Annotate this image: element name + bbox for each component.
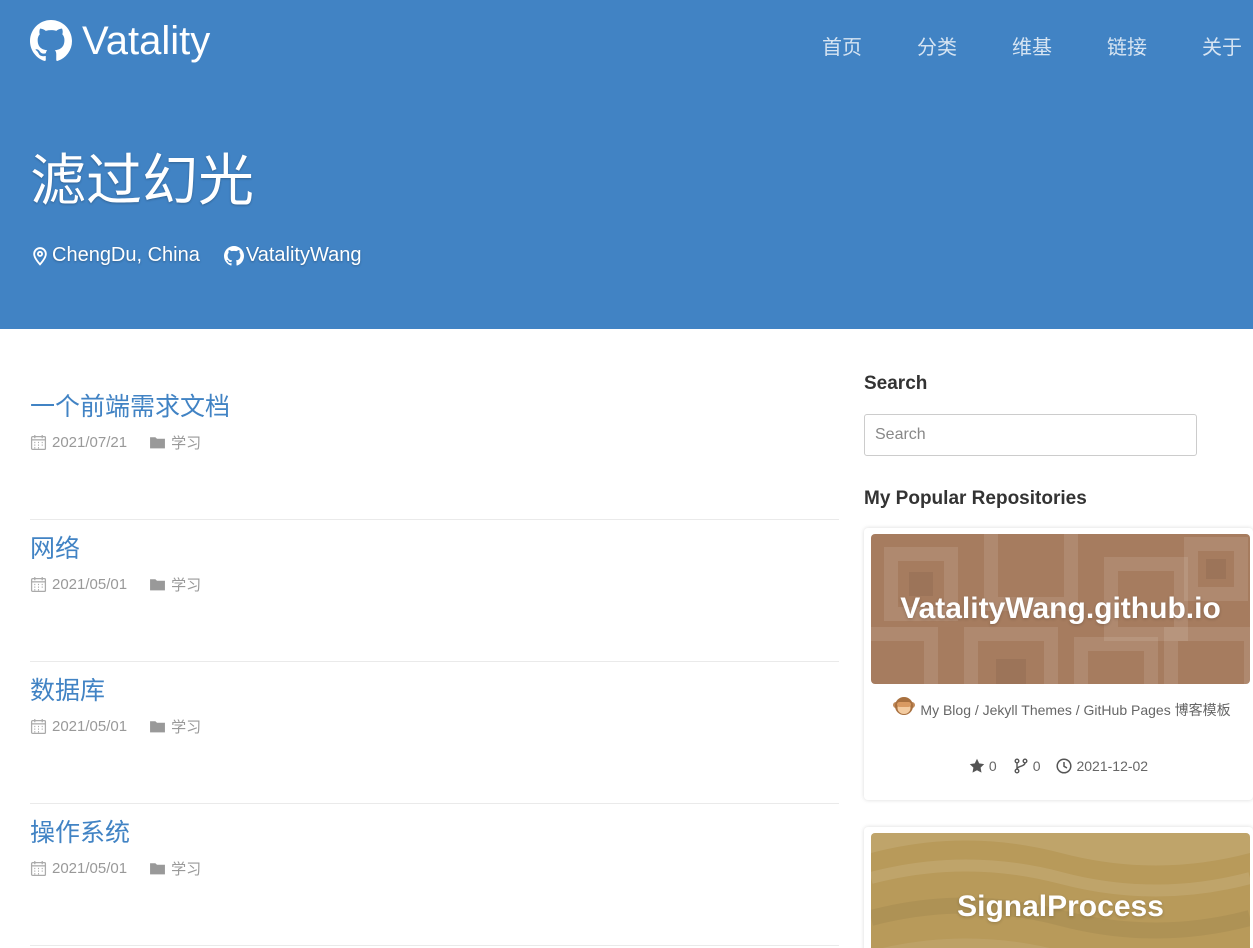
repo-stars: 0 bbox=[969, 758, 997, 774]
nav-item-home[interactable]: 首页 bbox=[822, 34, 917, 62]
nav-item-links[interactable]: 链接 bbox=[1107, 34, 1202, 62]
post-category-text: 学习 bbox=[171, 861, 202, 878]
repo-name: VatalityWang.github.io bbox=[900, 592, 1221, 625]
main-nav: 首页 分类 维基 链接 关于 bbox=[822, 34, 1253, 62]
post-title-link[interactable]: 网络 bbox=[30, 532, 80, 566]
calendar-icon bbox=[30, 576, 52, 593]
repo-description-text: My Blog / Jekyll Themes / GitHub Pages 博… bbox=[920, 702, 1231, 718]
nav-item-categories[interactable]: 分类 bbox=[917, 34, 1012, 62]
post-category-text: 学习 bbox=[171, 577, 202, 594]
post-date-text: 2021/05/01 bbox=[52, 860, 128, 877]
sidebar: Search My Popular Repositories bbox=[864, 370, 1253, 513]
site-title: 滤过幻光 bbox=[30, 149, 254, 212]
repo-updated-date: 2021-12-02 bbox=[1076, 758, 1149, 774]
brand-link[interactable]: Vatality bbox=[30, 20, 210, 62]
repo-forks: 0 bbox=[1013, 758, 1041, 774]
post-date-text: 2021/05/01 bbox=[52, 718, 128, 735]
post-meta: 2021/05/01 学习 bbox=[30, 716, 839, 737]
post-category[interactable]: 学习 bbox=[149, 858, 201, 879]
location-text: ChengDu, China bbox=[52, 244, 200, 266]
map-pin-icon bbox=[30, 246, 52, 266]
post-date-text: 2021/07/21 bbox=[52, 434, 128, 451]
post-category-text: 学习 bbox=[171, 435, 202, 452]
post-meta: 2021/05/01 学习 bbox=[30, 858, 839, 879]
post-meta: 2021/05/01 学习 bbox=[30, 574, 839, 595]
repo-cover: VatalityWang.github.io bbox=[871, 534, 1250, 684]
calendar-icon bbox=[30, 718, 52, 735]
post-date: 2021/05/01 bbox=[30, 860, 127, 877]
nav-item-wiki[interactable]: 维基 bbox=[1012, 34, 1107, 62]
github-icon bbox=[223, 245, 246, 266]
nav-item-about[interactable]: 关于 bbox=[1202, 34, 1253, 62]
repo-stats: 0 0 2021-12-02 bbox=[864, 758, 1253, 774]
folder-icon bbox=[149, 576, 171, 593]
post-date: 2021/05/01 bbox=[30, 576, 127, 593]
repo-forks-count: 0 bbox=[1032, 758, 1041, 774]
folder-icon bbox=[149, 860, 171, 877]
post-meta: 2021/07/21 学习 bbox=[30, 432, 839, 453]
repo-card[interactable]: VatalityWang.github.io My Blog / Jekyll … bbox=[864, 528, 1253, 800]
post-category[interactable]: 学习 bbox=[149, 716, 201, 737]
post-title-link[interactable]: 操作系统 bbox=[30, 816, 130, 850]
site-header: Vatality 首页 分类 维基 链接 关于 滤过幻光 ChengDu, Ch… bbox=[0, 0, 1253, 329]
calendar-icon bbox=[30, 434, 52, 451]
repo-card[interactable]: SignalProcess bbox=[864, 827, 1253, 948]
post-date-text: 2021/05/01 bbox=[52, 576, 128, 593]
star-icon bbox=[969, 758, 989, 774]
repo-updated: 2021-12-02 bbox=[1056, 758, 1148, 774]
repo-cover: SignalProcess bbox=[871, 833, 1250, 948]
location-info: ChengDu, China bbox=[30, 244, 200, 267]
repo-stars-count: 0 bbox=[988, 758, 997, 774]
post-list: 一个前端需求文档 2021/07/21 学习 网络 2021/05/01 学习 bbox=[30, 378, 839, 946]
post-title-link[interactable]: 一个前端需求文档 bbox=[30, 390, 230, 424]
post-item: 一个前端需求文档 2021/07/21 学习 bbox=[30, 378, 839, 520]
search-heading: Search bbox=[864, 373, 928, 394]
github-username: VatalityWang bbox=[245, 244, 362, 266]
post-item: 操作系统 2021/05/01 学习 bbox=[30, 804, 839, 946]
folder-icon bbox=[149, 718, 171, 735]
repos-heading: My Popular Repositories bbox=[864, 488, 1087, 509]
post-category-text: 学习 bbox=[171, 719, 202, 736]
post-category[interactable]: 学习 bbox=[149, 432, 201, 453]
brand-name: Vatality bbox=[82, 19, 211, 63]
fork-icon bbox=[1013, 758, 1033, 774]
clock-icon bbox=[1056, 758, 1076, 774]
post-item: 数据库 2021/05/01 学习 bbox=[30, 662, 839, 804]
github-logo-icon bbox=[30, 20, 72, 62]
calendar-icon bbox=[30, 860, 52, 877]
post-title-link[interactable]: 数据库 bbox=[30, 674, 105, 708]
repo-description: My Blog / Jekyll Themes / GitHub Pages 博… bbox=[884, 694, 1239, 724]
folder-icon bbox=[149, 434, 171, 451]
see-no-evil-monkey-icon bbox=[892, 694, 916, 718]
profile-meta: ChengDu, China VatalityWang bbox=[30, 244, 385, 267]
post-item: 网络 2021/05/01 学习 bbox=[30, 520, 839, 662]
post-category[interactable]: 学习 bbox=[149, 574, 201, 595]
repo-name: SignalProcess bbox=[957, 890, 1164, 923]
github-profile-link[interactable]: VatalityWang bbox=[223, 244, 362, 267]
post-date: 2021/05/01 bbox=[30, 718, 127, 735]
post-date: 2021/07/21 bbox=[30, 434, 127, 451]
search-input[interactable] bbox=[864, 414, 1197, 456]
